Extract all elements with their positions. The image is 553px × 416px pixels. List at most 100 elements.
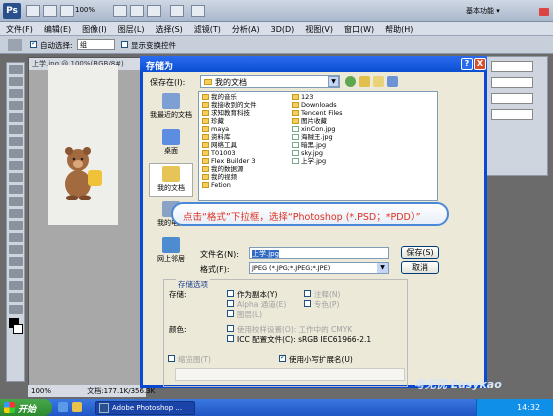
view-menu-icon[interactable] bbox=[387, 76, 398, 87]
file-list-item[interactable]: 我的音乐 bbox=[201, 93, 257, 101]
menu-filter[interactable]: 滤镜(T) bbox=[188, 22, 226, 35]
shape-tool-icon[interactable] bbox=[9, 269, 23, 278]
quick-launch-folder-icon[interactable] bbox=[72, 402, 82, 412]
file-list-item[interactable]: 海贼王.jpg bbox=[291, 133, 343, 141]
file-list-item[interactable]: 上学.jpg bbox=[291, 157, 343, 165]
stamp-tool-icon[interactable] bbox=[9, 161, 23, 170]
file-list-item[interactable]: 暗黑.jpg bbox=[291, 141, 343, 149]
new-folder-icon[interactable] bbox=[373, 76, 384, 87]
menu-image[interactable]: 图像(I) bbox=[76, 22, 112, 35]
arrange-documents-icon[interactable] bbox=[170, 5, 184, 17]
proof-checkbox[interactable] bbox=[227, 325, 234, 332]
format-dropdown[interactable]: JPEG (*.JPG;*.JPEG;*.JPE) ▼ bbox=[249, 262, 389, 274]
menu-select[interactable]: 选择(S) bbox=[149, 22, 187, 35]
path-select-icon[interactable] bbox=[9, 257, 23, 266]
healing-tool-icon[interactable] bbox=[9, 137, 23, 146]
eraser-tool-icon[interactable] bbox=[9, 185, 23, 194]
quick-select-tool-icon[interactable] bbox=[9, 101, 23, 110]
dodge-tool-icon[interactable] bbox=[9, 221, 23, 230]
file-list[interactable]: 我的音乐 我接收到的文件 求知教育科技 珍藏 maya 资料库 网络工具 T01003 Flex… bbox=[198, 91, 438, 201]
file-list-item[interactable]: 珍藏 bbox=[201, 117, 257, 125]
filename-input[interactable]: 上学.jpg bbox=[249, 247, 389, 259]
show-transform-checkbox[interactable] bbox=[121, 41, 128, 48]
menu-window[interactable]: 窗口(W) bbox=[338, 22, 379, 35]
menu-3d[interactable]: 3D(D) bbox=[265, 23, 300, 34]
menu-help[interactable]: 帮助(H) bbox=[379, 22, 418, 35]
panel-field[interactable] bbox=[491, 61, 533, 72]
back-icon[interactable] bbox=[345, 76, 356, 87]
file-list-item[interactable]: T01003 bbox=[201, 149, 257, 157]
place-my-documents[interactable]: 我的文档 bbox=[149, 163, 193, 197]
blur-tool-icon[interactable] bbox=[9, 209, 23, 218]
panel-field[interactable] bbox=[491, 109, 533, 120]
workspace-switcher[interactable]: 基本功能 ▾ bbox=[466, 6, 500, 16]
lasso-tool-icon[interactable] bbox=[9, 89, 23, 98]
as-copy-checkbox[interactable] bbox=[227, 290, 234, 297]
file-list-item[interactable]: Tencent Files bbox=[291, 109, 343, 117]
brush-tool-icon[interactable] bbox=[9, 149, 23, 158]
menu-view[interactable]: 视图(V) bbox=[299, 22, 338, 35]
chevron-down-icon[interactable]: ▼ bbox=[328, 76, 339, 87]
file-list-item[interactable]: xinCon.jpg bbox=[291, 125, 343, 133]
hand-tool-icon[interactable] bbox=[113, 5, 127, 17]
mini-bridge-icon[interactable] bbox=[43, 5, 57, 17]
panel-field[interactable] bbox=[491, 93, 533, 104]
move-tool-icon[interactable] bbox=[9, 65, 23, 74]
menu-layer[interactable]: 图层(L) bbox=[112, 22, 150, 35]
file-list-item[interactable]: 我的数据源 bbox=[201, 165, 257, 173]
crop-tool-icon[interactable] bbox=[9, 113, 23, 122]
file-list-item[interactable]: 123 bbox=[291, 93, 343, 101]
hand-tool-icon[interactable] bbox=[9, 293, 23, 302]
zoom-tool-icon[interactable] bbox=[147, 5, 161, 17]
file-list-item[interactable]: 图片收藏 bbox=[291, 117, 343, 125]
save-in-dropdown[interactable]: 我的文档 ▼ bbox=[200, 75, 340, 88]
chevron-down-icon[interactable]: ▼ bbox=[377, 263, 388, 273]
dialog-title-bar[interactable]: 存储为 bbox=[140, 56, 487, 72]
file-list-item[interactable]: Fetion bbox=[201, 181, 257, 189]
lowercase-ext-checkbox[interactable] bbox=[279, 353, 286, 362]
place-desktop[interactable]: 桌面 bbox=[149, 127, 193, 161]
save-button[interactable]: 保存(S) bbox=[401, 246, 439, 259]
menu-edit[interactable]: 编辑(E) bbox=[38, 22, 76, 35]
icc-checkbox[interactable] bbox=[227, 335, 234, 342]
file-list-item[interactable]: 我的视频 bbox=[201, 173, 257, 181]
file-list-item[interactable]: 求知教育科技 bbox=[201, 109, 257, 117]
history-brush-icon[interactable] bbox=[9, 173, 23, 182]
zoom-tool-icon[interactable] bbox=[9, 305, 23, 314]
spot-checkbox[interactable] bbox=[304, 300, 311, 307]
help-button[interactable]: ? bbox=[461, 58, 473, 70]
file-list-item[interactable]: 资料库 bbox=[201, 133, 257, 141]
panel-field[interactable] bbox=[491, 77, 533, 88]
clock[interactable]: 14:32 bbox=[517, 403, 540, 412]
file-list-item[interactable]: 我接收到的文件 bbox=[201, 101, 257, 109]
gradient-tool-icon[interactable] bbox=[9, 197, 23, 206]
menu-analysis[interactable]: 分析(A) bbox=[226, 22, 265, 35]
auto-select-checkbox[interactable] bbox=[30, 39, 37, 48]
screen-mode-icon[interactable] bbox=[191, 5, 205, 17]
place-network[interactable]: 网上邻居 bbox=[149, 235, 193, 269]
move-tool-icon[interactable] bbox=[8, 39, 22, 51]
file-list-item[interactable]: Downloads bbox=[291, 101, 343, 109]
bridge-icon[interactable] bbox=[26, 5, 40, 17]
place-recent[interactable]: 我最近的文档 bbox=[149, 91, 193, 125]
menu-file[interactable]: 文件(F) bbox=[0, 22, 38, 35]
close-icon[interactable] bbox=[539, 8, 549, 16]
eyedropper-tool-icon[interactable] bbox=[9, 125, 23, 134]
background-color-swatch[interactable] bbox=[13, 324, 23, 334]
file-list-item[interactable]: sky.jpg bbox=[291, 149, 343, 157]
3d-rotate-icon[interactable] bbox=[9, 281, 23, 290]
view-extras-icon[interactable] bbox=[60, 5, 74, 17]
zoom-level[interactable]: 100% bbox=[75, 6, 95, 14]
marquee-tool-icon[interactable] bbox=[9, 77, 23, 86]
file-list-item[interactable]: 网络工具 bbox=[201, 141, 257, 149]
rotate-view-icon[interactable] bbox=[130, 5, 144, 17]
layers-checkbox[interactable] bbox=[227, 310, 234, 317]
alpha-checkbox[interactable] bbox=[227, 300, 234, 307]
pen-tool-icon[interactable] bbox=[9, 233, 23, 242]
up-folder-icon[interactable] bbox=[359, 76, 370, 87]
thumbnail-checkbox[interactable] bbox=[168, 355, 175, 362]
taskbar-photoshop-button[interactable]: Adobe Photoshop ... bbox=[95, 401, 195, 415]
status-zoom[interactable]: 100% bbox=[31, 387, 51, 395]
notes-checkbox[interactable] bbox=[304, 290, 311, 297]
auto-select-dropdown[interactable]: 组 bbox=[77, 39, 115, 50]
